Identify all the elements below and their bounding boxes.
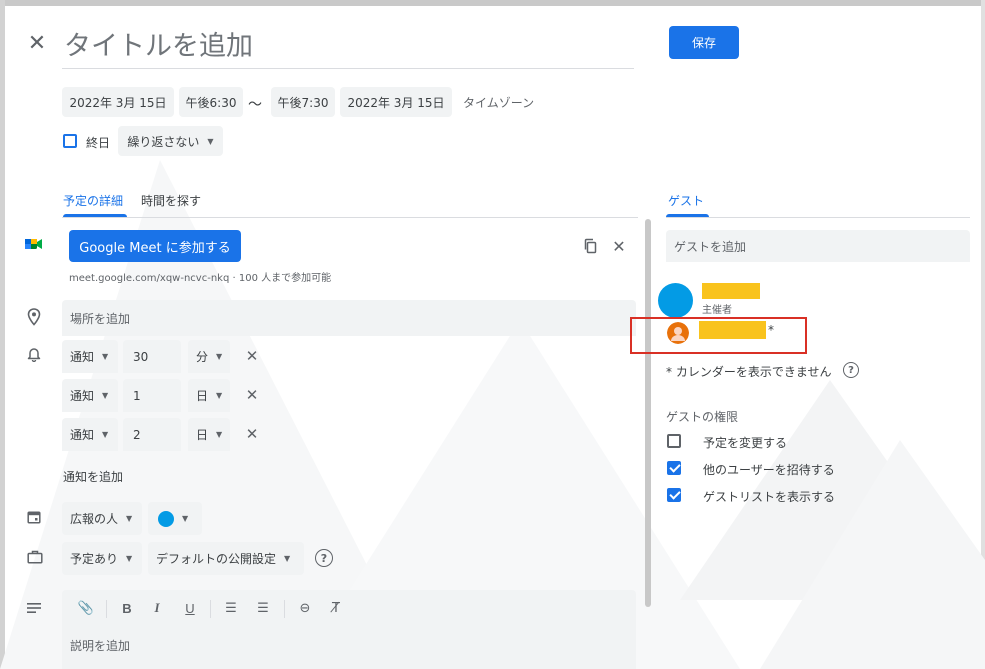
remove-meet-icon[interactable]: ✕ [610,237,628,256]
chevron-down-icon: ▼ [284,554,291,563]
remove-notification-icon[interactable]: ✕ [243,386,261,404]
notification-unit-label: 分 [196,350,209,364]
notification-type-dropdown-3[interactable]: 通知 ▼ [62,418,118,451]
chevron-down-icon: ▼ [102,391,109,400]
remove-notification-icon[interactable]: ✕ [243,425,261,443]
start-time-chip[interactable]: 午後6:30 [179,87,243,117]
availability-status: 予定あり [70,552,119,566]
notification-value-input-2[interactable]: 1 [123,379,181,412]
link-icon[interactable]: ⊖ [295,598,315,618]
google-meet-icon [25,239,42,249]
event-color-select[interactable]: ▼ [148,502,202,535]
close-icon[interactable]: ✕ [26,33,48,55]
bell-icon [27,348,41,362]
end-date-chip[interactable]: 2022年 3月 15日 [340,87,452,117]
bulleted-list-icon[interactable]: ☰ [253,598,273,618]
title-input[interactable] [62,24,634,69]
window-right-edge [981,0,985,669]
notification-type-label: 通知 [70,350,95,364]
help-icon[interactable]: ? [315,549,333,567]
visibility-value: デフォルトの公開設定 [156,552,277,566]
organizer-name-redacted [702,283,760,299]
description-lines-icon [27,603,41,613]
scrollbar[interactable] [645,219,651,607]
event-color-swatch [158,510,174,527]
join-google-meet-button[interactable]: Google Meet に参加する [69,230,241,262]
chevron-down-icon: ▼ [216,352,223,361]
availability-select[interactable]: 予定あり ▼ [62,542,142,575]
notification-value-input-1[interactable]: 30 [123,340,181,373]
remove-notification-icon[interactable]: ✕ [243,347,261,365]
help-icon[interactable]: ? [843,362,859,378]
chevron-down-icon: ▼ [126,514,133,523]
notification-type-dropdown-1[interactable]: 通知 ▼ [62,340,118,373]
toolbar-separator [210,600,211,618]
tab-guests[interactable]: ゲスト [668,192,704,209]
guest-highlight-box [630,317,807,354]
guest-permissions-heading: ゲストの権限 [666,410,739,424]
notification-unit-label: 日 [196,389,209,403]
end-time-chip[interactable]: 午後7:30 [271,87,335,117]
visibility-select[interactable]: デフォルトの公開設定 ▼ [148,542,304,575]
calendar-name: 広報の人 [70,512,119,526]
window-top-edge [0,0,985,6]
description-placeholder: 説明を追加 [70,639,131,653]
tab-find-time[interactable]: 時間を探す [141,192,201,209]
notification-type-dropdown-2[interactable]: 通知 ▼ [62,379,118,412]
notification-type-label: 通知 [70,389,95,403]
repeat-value: 繰り返さない [127,134,200,149]
window-left-edge [0,0,5,669]
chevron-down-icon: ▼ [207,136,214,146]
all-day-checkbox[interactable] [63,134,77,148]
all-day-label: 終日 [86,136,111,150]
tabs-divider [62,217,638,218]
add-notification-link[interactable]: 通知を追加 [63,468,123,485]
start-date-chip[interactable]: 2022年 3月 15日 [62,87,174,117]
calendar-icon [27,511,41,524]
notification-value-input-3[interactable]: 2 [123,418,181,451]
copy-icon[interactable] [583,238,599,254]
guests-tabs-divider [666,217,970,218]
attachment-icon[interactable]: 📎 [76,598,96,618]
toolbar-separator [284,600,285,618]
organizer-role-label: 主催者 [702,305,732,316]
notification-unit-dropdown-1[interactable]: 分 ▼ [188,340,230,373]
chevron-down-icon: ▼ [182,514,189,523]
underline-icon[interactable]: U [180,598,200,618]
permission-label: 予定を変更する [703,436,788,450]
briefcase-icon [27,550,43,564]
numbered-list-icon[interactable]: ☰ [221,598,241,618]
bold-icon[interactable]: B [117,598,137,618]
chevron-down-icon: ▼ [216,391,223,400]
chevron-down-icon: ▼ [102,352,109,361]
location-input[interactable]: 場所を追加 [62,300,636,336]
clear-formatting-icon[interactable]: T̸ [326,598,346,618]
notification-unit-dropdown-2[interactable]: 日 ▼ [188,379,230,412]
italic-icon[interactable]: I [147,598,167,618]
calendar-unavailable-note: * カレンダーを表示できません [666,365,832,379]
notification-unit-label: 日 [196,428,209,442]
permission-invite-others-checkbox[interactable] [667,461,681,475]
permission-modify-event-checkbox[interactable] [667,434,681,448]
location-pin-icon [27,308,41,326]
tab-event-details[interactable]: 予定の詳細 [63,192,123,209]
permission-see-guest-list-checkbox[interactable] [667,488,681,502]
permission-label: ゲストリストを表示する [703,490,836,504]
chevron-down-icon: ▼ [126,554,133,563]
add-guest-input[interactable]: ゲストを追加 [666,230,970,262]
repeat-dropdown[interactable]: 繰り返さない ▼ [118,126,223,156]
meet-link-text[interactable]: meet.google.com/xqw-ncvc-nkq · 100 人まで参加… [69,269,331,284]
permission-label: 他のユーザーを招待する [703,463,835,477]
chevron-down-icon: ▼ [216,430,223,439]
timezone-link[interactable]: タイムゾーン [463,94,534,111]
notification-unit-dropdown-3[interactable]: 日 ▼ [188,418,230,451]
organizer-avatar [658,283,693,318]
save-button[interactable]: 保存 [669,26,739,59]
calendar-select[interactable]: 広報の人 ▼ [62,502,142,535]
toolbar-separator [106,600,107,618]
time-separator: ～ [248,97,262,113]
notification-type-label: 通知 [70,428,95,442]
chevron-down-icon: ▼ [102,430,109,439]
